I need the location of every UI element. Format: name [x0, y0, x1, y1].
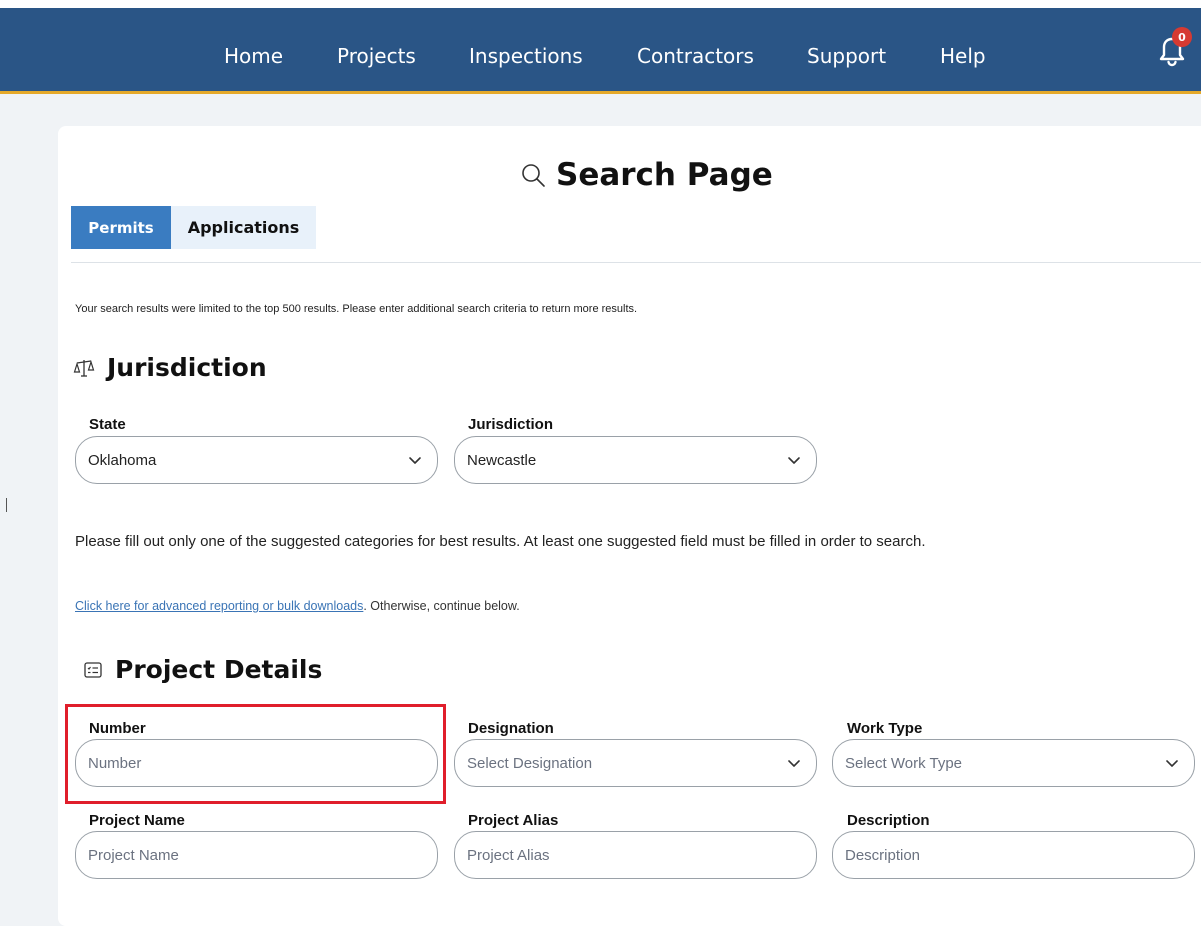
form-list-icon: [84, 661, 102, 678]
jurisdiction-section-header: Jurisdiction: [73, 353, 267, 382]
jurisdiction-select-value: Newcastle: [467, 451, 537, 469]
jurisdiction-select[interactable]: Newcastle: [454, 436, 817, 484]
state-select[interactable]: Oklahoma: [75, 436, 438, 484]
nav-help[interactable]: Help: [940, 46, 986, 66]
number-label: Number: [89, 720, 146, 737]
work-type-label: Work Type: [847, 720, 923, 737]
project-name-label: Project Name: [89, 812, 185, 829]
results-limit-notice: Your search results were limited to the …: [75, 303, 638, 315]
description-input[interactable]: [845, 832, 1194, 878]
page-title-text: Search Page: [556, 157, 773, 193]
number-field[interactable]: [75, 739, 438, 787]
jurisdiction-section-title: Jurisdiction: [107, 353, 267, 382]
advanced-reporting-link[interactable]: Click here for advanced reporting or bul…: [75, 599, 363, 613]
state-label: State: [89, 416, 126, 433]
chevron-down-icon: [409, 457, 421, 464]
project-alias-input[interactable]: [467, 832, 816, 878]
project-alias-field[interactable]: [454, 831, 817, 879]
project-details-section-header: Project Details: [83, 655, 322, 684]
description-label: Description: [847, 812, 930, 829]
nav-support[interactable]: Support: [807, 46, 886, 66]
project-name-field[interactable]: [75, 831, 438, 879]
advanced-reporting-suffix: . Otherwise, continue below.: [363, 599, 520, 613]
nav-projects[interactable]: Projects: [337, 46, 416, 66]
top-strip: [0, 0, 1201, 8]
nav-inspections[interactable]: Inspections: [469, 46, 583, 66]
work-type-select[interactable]: Select Work Type: [832, 739, 1195, 787]
designation-label: Designation: [468, 720, 554, 737]
designation-select[interactable]: Select Designation: [454, 739, 817, 787]
description-field[interactable]: [832, 831, 1195, 879]
state-select-value: Oklahoma: [88, 451, 157, 469]
nav-home[interactable]: Home: [224, 46, 283, 66]
notification-count-badge: 0: [1172, 27, 1192, 47]
top-navigation-bar: Home Projects Inspections Contractors Su…: [0, 8, 1201, 94]
tabs-divider: [71, 262, 1201, 263]
tab-applications[interactable]: Applications: [171, 206, 316, 249]
designation-select-placeholder: Select Designation: [467, 754, 593, 772]
chevron-down-icon: [1166, 760, 1178, 767]
search-icon: [522, 164, 545, 187]
window-edge-mark: [6, 498, 7, 512]
project-name-input[interactable]: [88, 832, 437, 878]
advanced-reporting-line: Click here for advanced reporting or bul…: [75, 599, 520, 613]
project-alias-label: Project Alias: [468, 812, 559, 829]
work-type-select-placeholder: Select Work Type: [845, 754, 962, 772]
chevron-down-icon: [788, 457, 800, 464]
jurisdiction-label: Jurisdiction: [468, 416, 554, 433]
nav-contractors[interactable]: Contractors: [637, 46, 754, 66]
main-nav: Home Projects Inspections Contractors Su…: [0, 8, 1201, 91]
number-input[interactable]: [88, 740, 437, 786]
search-tabs: Permits Applications: [71, 206, 316, 249]
tab-permits[interactable]: Permits: [71, 206, 171, 249]
search-hint-text: Please fill out only one of the suggeste…: [75, 533, 926, 550]
scales-icon: [73, 359, 95, 377]
project-details-section-title: Project Details: [115, 655, 323, 684]
chevron-down-icon: [788, 760, 800, 767]
page-title: Search Page: [520, 155, 773, 195]
